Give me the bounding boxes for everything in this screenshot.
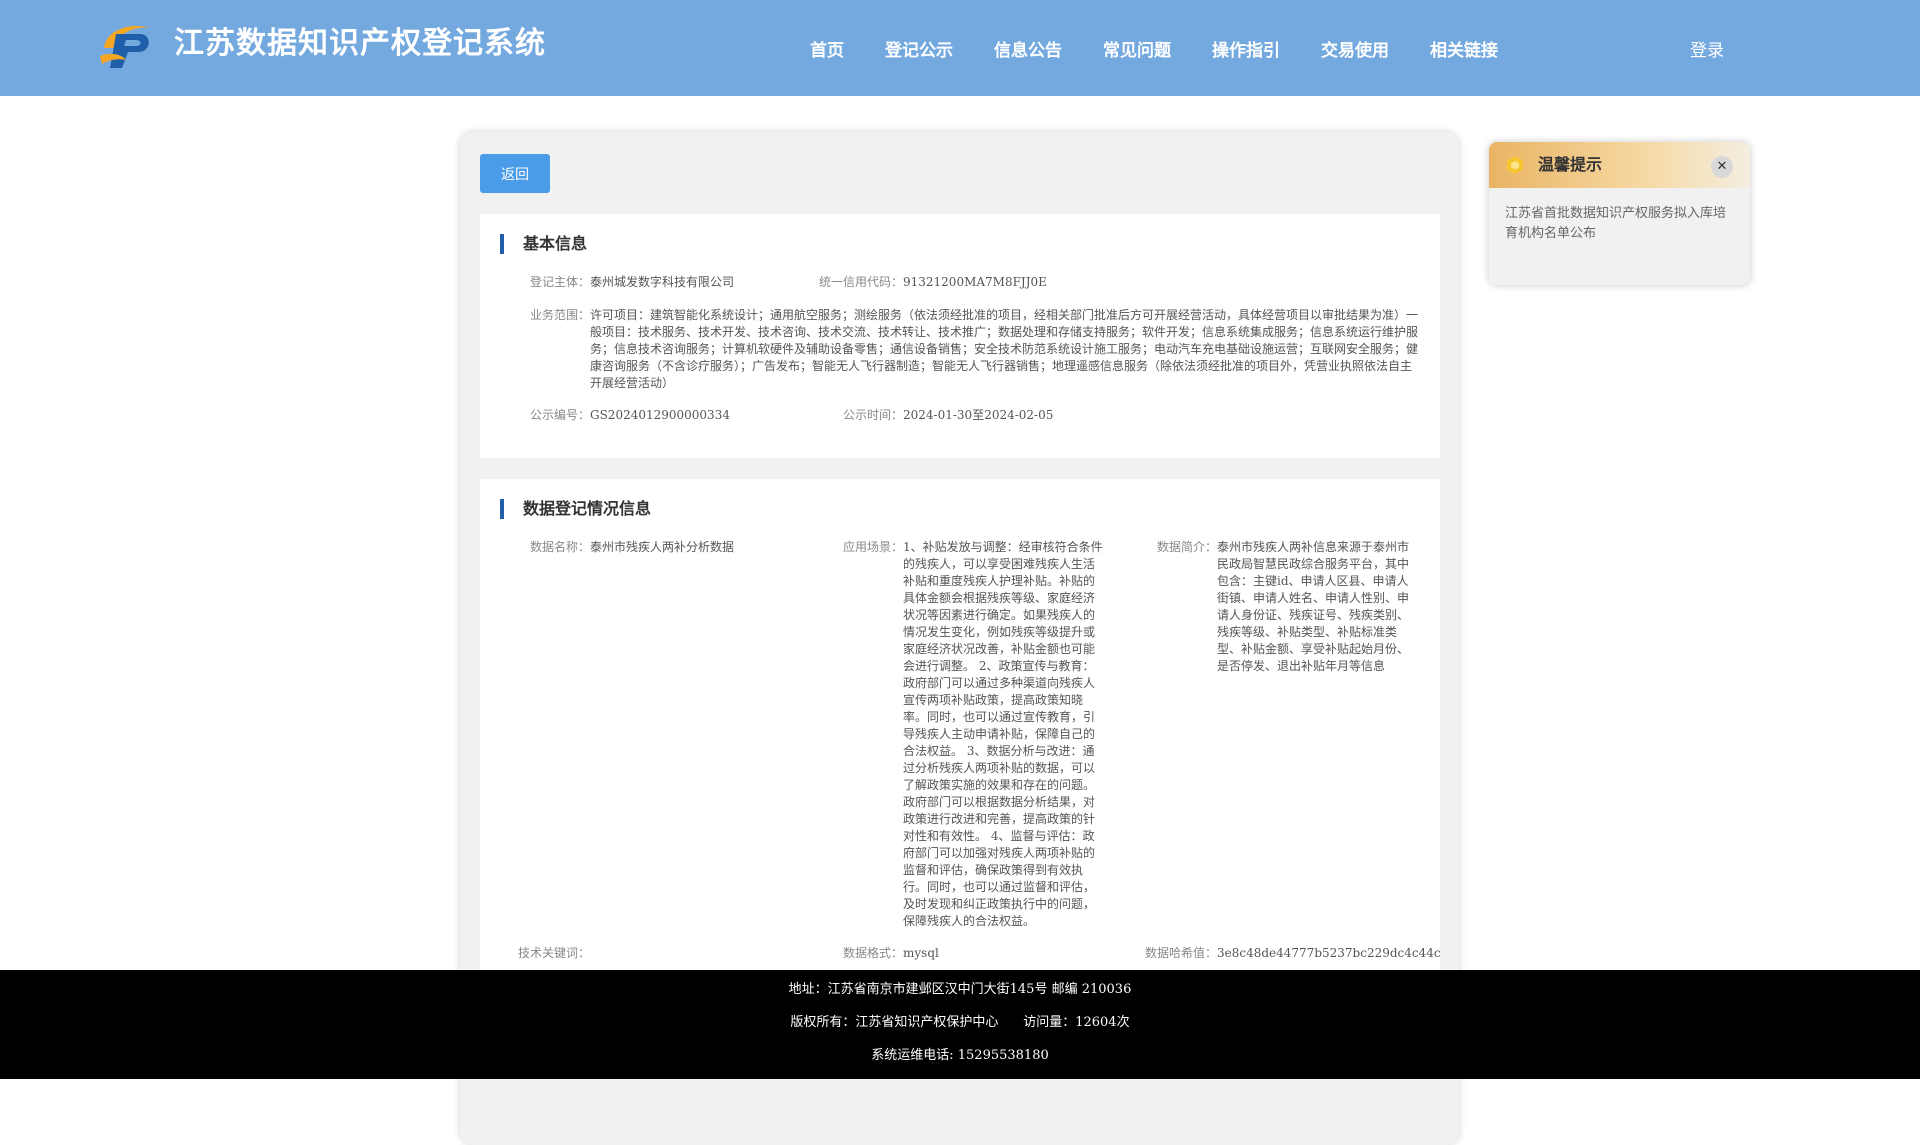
tip-title: 温馨提示 [1538,155,1603,174]
nav-announcements[interactable]: 信息公告 [994,36,1062,61]
honeycomb-icon [1507,156,1523,174]
footer-phone: 系统运维电话: 15295538180 [871,1048,1049,1063]
scope-value: 许可项目：建筑智能化系统设计；通用航空服务；测绘服务（依法须经批准的项目，经相关… [590,308,1419,390]
back-button[interactable]: 返回 [480,154,550,193]
login-link[interactable]: 登录 [1690,36,1724,61]
nav-home[interactable]: 首页 [810,36,844,61]
footer-copyright: 版权所有：江苏省知识产权保护中心 访问量：12604次 [790,1015,1130,1030]
credit-code-value: 91321200MA7M8FJJ0E [903,275,1047,289]
top-header: 江苏数据知识产权登记系统 首页 登记公示 信息公告 常见问题 操作指引 交易使用… [0,0,1920,96]
data-registration-section: 数据登记情况信息 数据名称： 泰州市残疾人两补分析数据 应用场景： 1、补贴发放… [480,479,1440,971]
scope-label: 业务范围： [530,308,591,322]
site-logo-icon[interactable] [96,18,156,72]
site-title: 江苏数据知识产权登记系统 [174,26,546,61]
nav-links[interactable]: 相关链接 [1430,36,1498,61]
nav-registration-notice[interactable]: 登记公示 [885,36,953,61]
format-label: 数据格式： [843,946,904,960]
footer-address: 地址：江苏省南京市建邺区汉中门大街145号 邮编 210036 [788,982,1132,997]
main-nav: 首页 登记公示 信息公告 常见问题 操作指引 交易使用 相关链接 [810,0,1539,96]
credit-code-label: 统一信用代码： [819,275,904,289]
subject-value: 泰州城发数字科技有限公司 [590,275,735,289]
nav-trading[interactable]: 交易使用 [1321,36,1389,61]
intro-label: 数据简介： [1157,540,1218,554]
tip-header: 温馨提示 ✕ [1489,142,1750,188]
intro-value: 泰州市残疾人两补信息来源于泰州市民政局智慧民政综合服务平台，其中包含：主键id、… [1217,540,1410,673]
section-title-data: 数据登记情况信息 [500,499,651,519]
scene-label: 应用场景： [843,540,904,554]
page-footer: 地址：江苏省南京市建邺区汉中门大街145号 邮编 210036 版权所有：江苏省… [0,970,1920,1079]
hash-label: 数据哈希值： [1145,946,1218,960]
close-icon[interactable]: ✕ [1711,156,1733,178]
data-name-value: 泰州市残疾人两补分析数据 [590,540,735,554]
tip-notice-link[interactable]: 江苏省首批数据知识产权服务拟入库培育机构名单公布 [1505,204,1735,244]
nav-faq[interactable]: 常见问题 [1103,36,1171,61]
format-value: mysql [903,946,939,960]
basic-info-section: 基本信息 登记主体： 泰州城发数字科技有限公司 统一信用代码： 91321200… [480,214,1440,458]
pub-time-value: 2024-01-30至2024-02-05 [903,408,1054,422]
subject-label: 登记主体： [530,275,591,289]
tip-popup: 温馨提示 ✕ 江苏省首批数据知识产权服务拟入库培育机构名单公布 [1489,142,1750,285]
keyword-label: 技术关键词： [518,946,591,960]
section-title-basic: 基本信息 [500,234,587,254]
pub-no-label: 公示编号： [530,408,591,422]
data-name-label: 数据名称： [530,540,591,554]
hash-value: 3e8c48de44777b5237bc229dc4c44c21 [1217,946,1440,960]
pub-time-label: 公示时间： [843,408,904,422]
scene-value: 1、补贴发放与调整：经审核符合条件的残疾人，可以享受困难残疾人生活补贴和重度残疾… [903,540,1103,928]
nav-guide[interactable]: 操作指引 [1212,36,1280,61]
pub-no-value: GS2024012900000334 [590,408,730,422]
